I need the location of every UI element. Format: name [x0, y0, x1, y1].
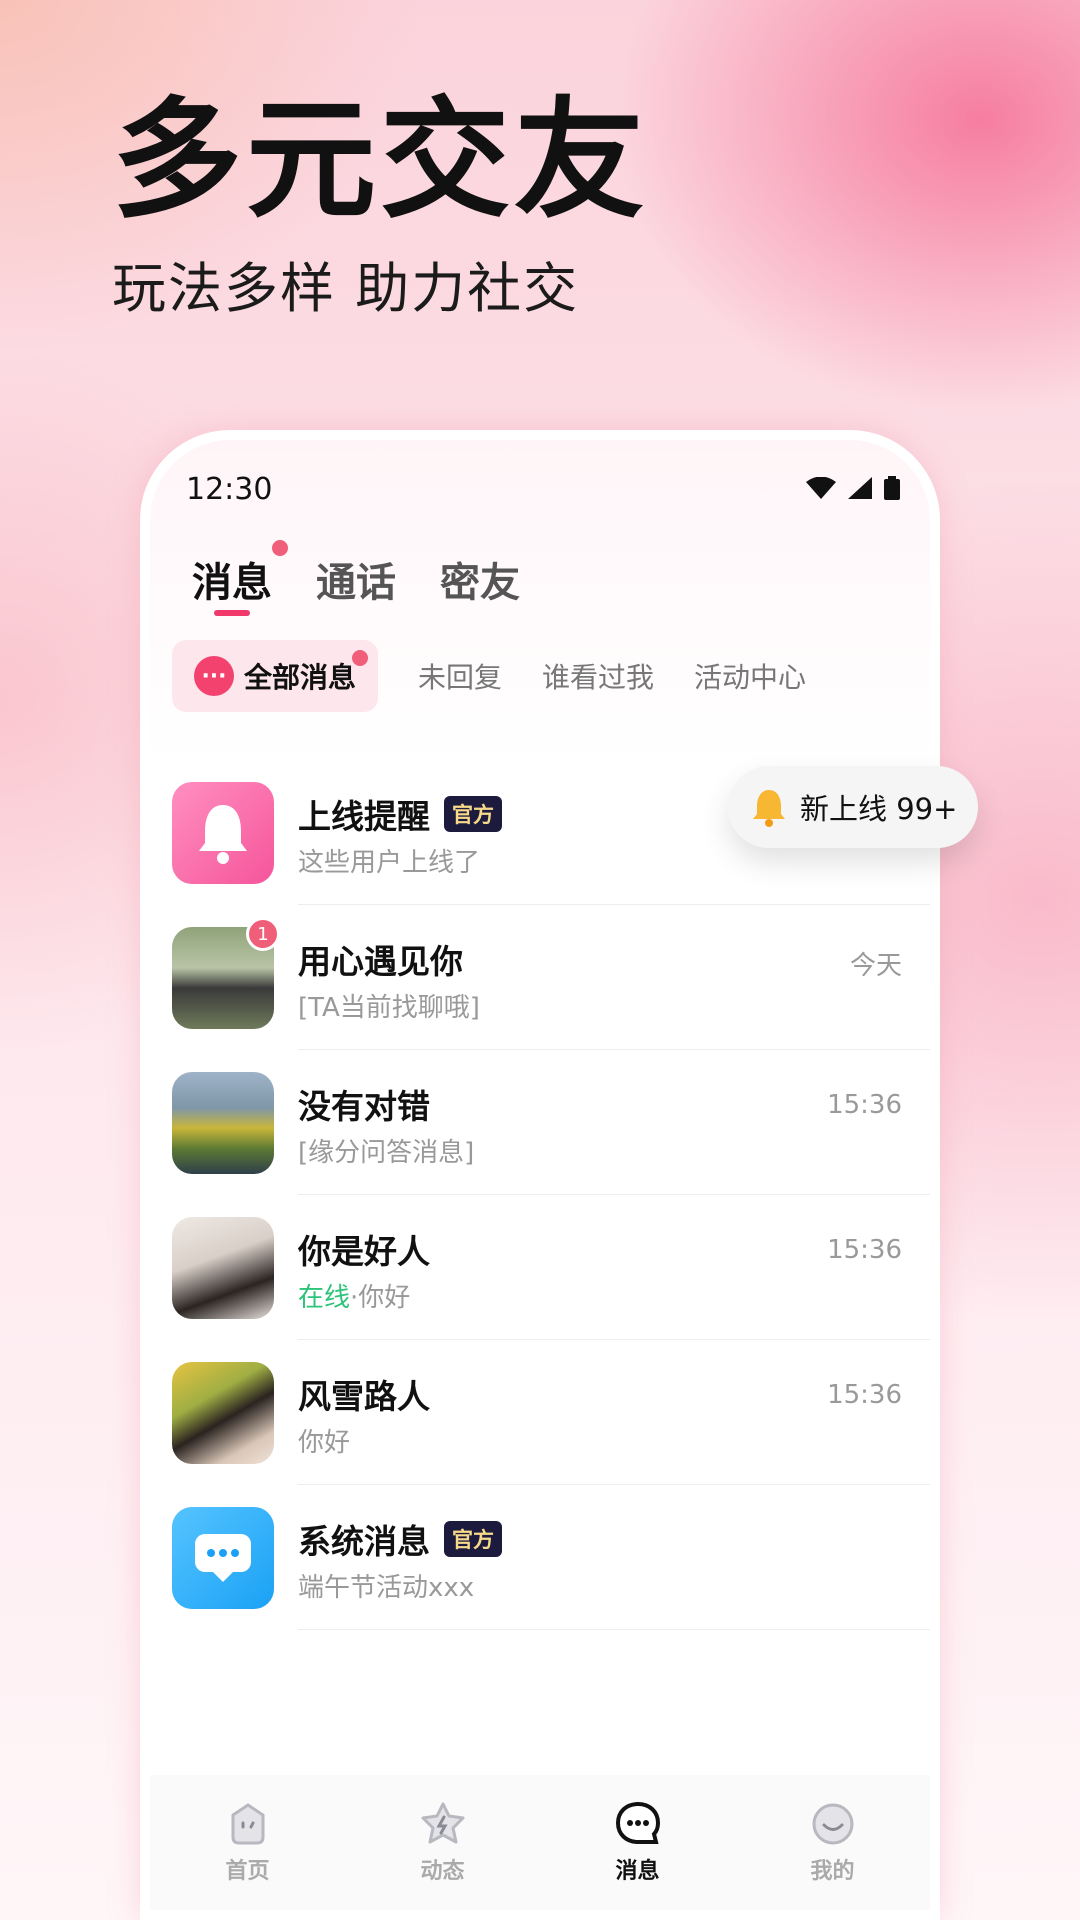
online-status: 在线	[298, 1283, 351, 1313]
bottom-nav: 首页 动态 消息 我的	[150, 1775, 930, 1910]
nav-feed[interactable]: 动态	[383, 1801, 503, 1885]
official-badge: 官方	[444, 796, 502, 832]
tab-messages[interactable]: 消息	[192, 540, 288, 616]
bell-icon	[199, 805, 247, 864]
list-item[interactable]: 没有对错 [缘分问答消息] 15:36	[172, 1050, 930, 1195]
unread-badge: 1	[246, 917, 280, 951]
bell-icon	[753, 790, 785, 827]
conversation-time: 15:36	[827, 1380, 902, 1410]
phone-frame: 12:30 消息 通话 密友 ··· 全部消息 未回复 谁看过我 活动中心 上线…	[140, 430, 940, 1920]
star-bolt-icon	[421, 1802, 464, 1843]
signal-icon	[848, 477, 872, 499]
conversation-preview: [缘分问答消息]	[298, 1138, 475, 1168]
filter-all-dot	[352, 650, 369, 666]
nav-home[interactable]: 首页	[188, 1801, 308, 1885]
official-badge: 官方	[444, 1521, 502, 1557]
list-item[interactable]: 风雪路人 你好 15:36	[172, 1340, 930, 1485]
preview-text: 你好	[358, 1283, 411, 1313]
status-icons	[806, 476, 900, 500]
user-avatar	[172, 1217, 274, 1319]
message-list: 上线提醒 官方 这些用户上线了 1 用心遇见你 [TA当前找聊哦] 今天 没有对…	[172, 760, 930, 1630]
phone-screen: 12:30 消息 通话 密友 ··· 全部消息 未回复 谁看过我 活动中心 上线…	[150, 440, 930, 1910]
conversation-name: 没有对错	[298, 1087, 430, 1126]
conversation-time: 今天	[849, 951, 902, 981]
filter-activity-center[interactable]: 活动中心	[694, 656, 806, 696]
wifi-icon	[806, 477, 836, 499]
conversation-preview: 你好	[298, 1428, 351, 1458]
new-online-pill[interactable]: 新上线 99+	[728, 766, 978, 848]
tab-active-indicator	[214, 610, 250, 616]
divider	[298, 1629, 930, 1630]
chat-bubble-icon	[615, 1801, 660, 1844]
conversation-preview: [TA当前找聊哦]	[298, 993, 480, 1023]
filter-visitors[interactable]: 谁看过我	[542, 656, 654, 696]
tab-bar: 消息 通话 密友	[192, 540, 520, 616]
conversation-time: 15:36	[827, 1090, 902, 1120]
conversation-name-text: 上线提醒	[298, 797, 430, 836]
conversation-name: 风雪路人	[298, 1377, 430, 1416]
tab-messages-dot	[272, 540, 288, 556]
tab-messages-label: 消息	[192, 560, 272, 606]
filter-all-label: 全部消息	[244, 661, 357, 694]
battery-icon	[884, 476, 900, 500]
nav-profile[interactable]: 我的	[773, 1801, 893, 1885]
conversation-time: 15:36	[827, 1235, 902, 1265]
hero-title: 多元交友	[112, 84, 649, 236]
conversation-name-text: 系统消息	[298, 1522, 430, 1561]
list-item[interactable]: 1 用心遇见你 [TA当前找聊哦] 今天	[172, 905, 930, 1050]
conversation-preview: 在线·你好	[298, 1277, 410, 1314]
conversation-preview: 这些用户上线了	[298, 848, 481, 878]
new-online-text: 新上线 99+	[800, 792, 958, 826]
system-avatar	[172, 1507, 274, 1609]
filter-unreplied[interactable]: 未回复	[418, 656, 502, 696]
filter-bar: ··· 全部消息 未回复 谁看过我 活动中心	[172, 640, 920, 712]
nav-feed-label: 动态	[420, 1858, 465, 1884]
filter-all-messages[interactable]: ··· 全部消息	[172, 640, 379, 712]
tab-close-friends[interactable]: 密友	[440, 550, 520, 608]
chat-dots-icon: ···	[194, 656, 234, 696]
chat-bubble-icon	[195, 1534, 251, 1582]
nav-messages-label: 消息	[615, 1858, 660, 1884]
conversation-preview: 端午节活动xxx	[298, 1573, 475, 1603]
bell-avatar	[172, 782, 274, 884]
hero-subtitle: 玩法多样 助力社交	[112, 257, 580, 320]
user-avatar	[172, 1362, 274, 1464]
tab-calls[interactable]: 通话	[316, 550, 396, 608]
conversation-name: 你是好人	[298, 1232, 430, 1271]
home-face-icon	[231, 1802, 264, 1844]
status-bar: 12:30	[150, 440, 930, 550]
nav-messages[interactable]: 消息	[578, 1801, 698, 1885]
conversation-name: 上线提醒 官方	[298, 790, 502, 838]
conversation-name: 系统消息 官方	[298, 1515, 502, 1563]
nav-profile-label: 我的	[810, 1858, 855, 1884]
list-item[interactable]: 系统消息 官方 端午节活动xxx	[172, 1485, 930, 1630]
status-time: 12:30	[186, 472, 273, 507]
list-item[interactable]: 你是好人 在线·你好 15:36	[172, 1195, 930, 1340]
smile-icon	[812, 1803, 853, 1844]
user-avatar	[172, 1072, 274, 1174]
conversation-name: 用心遇见你	[298, 942, 463, 981]
nav-home-label: 首页	[225, 1858, 270, 1884]
